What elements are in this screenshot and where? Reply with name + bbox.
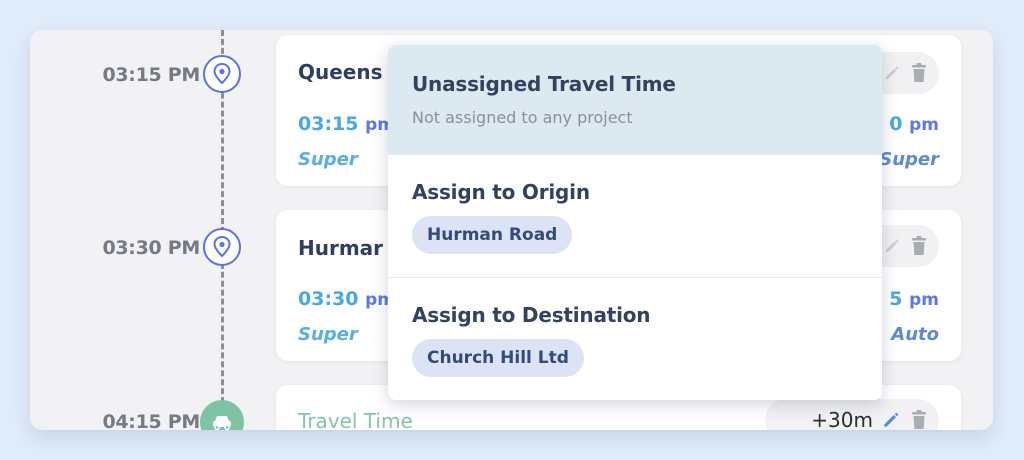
option-subtitle: Not assigned to any project <box>412 108 633 127</box>
edit-icon[interactable] <box>883 237 901 255</box>
option-unassigned[interactable]: Unassigned Travel Time Not assigned to a… <box>388 45 882 155</box>
edit-icon[interactable] <box>883 64 901 82</box>
trash-icon[interactable] <box>909 409 929 430</box>
worker-tag: Super <box>298 149 358 170</box>
project-chip: Church Hill Ltd <box>412 339 584 377</box>
start-time: 03:30 pm <box>298 288 395 310</box>
car-icon <box>200 400 244 430</box>
end-time: 0 pm <box>889 113 939 135</box>
end-time: 5 pm <box>889 288 939 310</box>
project-chip: Hurman Road <box>412 216 573 254</box>
option-assign-destination[interactable]: Assign to Destination Church Hill Ltd <box>388 278 882 400</box>
time-label-3: 04:15 PM <box>102 411 200 430</box>
option-title: Unassigned Travel Time <box>412 72 676 96</box>
duration-value: +30m <box>811 408 873 430</box>
card-actions: +30m <box>765 399 939 430</box>
card-title: Hurmar <box>298 236 384 260</box>
option-title: Assign to Destination <box>412 303 651 327</box>
trash-icon[interactable] <box>909 235 929 257</box>
card-title: Queens <box>298 60 383 84</box>
time-label-2: 03:30 PM <box>102 237 200 259</box>
location-pin-icon <box>203 228 241 266</box>
time-label-1: 03:15 PM <box>102 64 200 86</box>
option-assign-origin[interactable]: Assign to Origin Hurman Road <box>388 155 882 277</box>
start-time: 03:15 pm <box>298 113 395 135</box>
worker-tag: Super <box>298 324 358 345</box>
worker-tag: Auto <box>891 324 939 345</box>
option-title: Assign to Origin <box>412 180 590 204</box>
worker-tag: Super <box>879 149 939 170</box>
trash-icon[interactable] <box>909 62 929 84</box>
card-title: Travel Time <box>298 409 413 430</box>
location-pin-icon <box>203 55 241 93</box>
edit-icon[interactable] <box>881 410 901 430</box>
travel-assignment-dropdown: Unassigned Travel Time Not assigned to a… <box>388 45 882 400</box>
